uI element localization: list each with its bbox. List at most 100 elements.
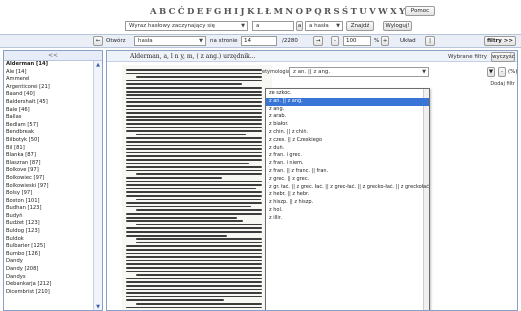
search-mode-select[interactable]: Wyraz hasłowy zaczynający się ▼ bbox=[125, 21, 248, 31]
dropdown-option[interactable]: z arab. bbox=[266, 113, 429, 121]
dropdown-option[interactable]: z fran. i niem. bbox=[266, 160, 429, 168]
sidebar-headword[interactable]: Bendbreak bbox=[4, 129, 94, 137]
alphabet-letter[interactable]: L bbox=[257, 7, 265, 17]
page-number-input[interactable]: 14 bbox=[241, 36, 277, 46]
alphabet-letter[interactable]: S bbox=[333, 7, 342, 17]
sidebar-headword[interactable]: Budyń bbox=[4, 213, 94, 221]
sidebar-scrollbar[interactable]: ▲ ▼ bbox=[93, 61, 102, 310]
filter-toggle-button[interactable]: ▼ bbox=[487, 67, 495, 77]
sidebar-headword[interactable]: Blaszran [87] bbox=[4, 160, 94, 168]
dropdown-option[interactable]: z duń. bbox=[266, 145, 429, 153]
sidebar-headword[interactable]: Dicembrist [210] bbox=[4, 289, 94, 297]
dropdown-option[interactable]: ze szkoc. bbox=[266, 90, 429, 98]
clear-filters-button[interactable]: wyczyść bbox=[491, 52, 515, 62]
sidebar-headword[interactable]: Dandy bbox=[4, 258, 94, 266]
sidebar-headword[interactable]: Debankarja [212] bbox=[4, 281, 94, 289]
sidebar-headword[interactable]: Baldershalt [45] bbox=[4, 99, 94, 107]
zoom-out-button[interactable]: - bbox=[331, 36, 339, 46]
alphabet-letter[interactable]: W bbox=[378, 7, 390, 17]
show-type-select[interactable]: hasła ▼ bbox=[134, 36, 206, 46]
etymology-filter-select[interactable]: z an. || z ang. ▼ bbox=[289, 67, 429, 77]
sidebar-headword[interactable]: Argenticorei [21] bbox=[4, 84, 94, 92]
sidebar-headword[interactable]: Bedlam [57] bbox=[4, 122, 94, 130]
sidebar-headword[interactable]: Bilbotyk [50] bbox=[4, 137, 94, 145]
sidebar-headword[interactable]: Bulbarier [125] bbox=[4, 243, 94, 251]
alphabet-letter[interactable]: R bbox=[324, 7, 333, 17]
alphabet-letter[interactable]: H bbox=[224, 7, 234, 17]
sidebar-headword[interactable]: Dandys bbox=[4, 274, 94, 282]
alphabet-letter[interactable]: F bbox=[206, 7, 214, 17]
sidebar-headword[interactable]: Bale [46] bbox=[4, 107, 94, 115]
scan-text-line bbox=[126, 97, 262, 100]
sidebar-headword[interactable]: Boston [101] bbox=[4, 198, 94, 206]
sidebar-headword[interactable]: Bumbo [126] bbox=[4, 251, 94, 259]
dropdown-option[interactable]: z hiszp. || z hiszp. bbox=[266, 199, 429, 207]
alphabet-letter[interactable]: C bbox=[169, 7, 178, 17]
logout-button[interactable]: Wyloguj! bbox=[383, 21, 412, 31]
sidebar-headword[interactable]: Buldok bbox=[4, 236, 94, 244]
alphabet-letter[interactable]: D bbox=[187, 7, 197, 17]
word-scope-select[interactable]: a hasła ▼ bbox=[305, 21, 343, 31]
alphabet-letter[interactable]: N bbox=[285, 7, 295, 17]
next-arrow-button[interactable]: → bbox=[313, 36, 323, 46]
find-button[interactable]: Znajdź bbox=[346, 21, 374, 31]
dropdown-option[interactable]: z czes. || z Czeskiego bbox=[266, 137, 429, 145]
sidebar-headword[interactable]: Bolkove [97] bbox=[4, 167, 94, 175]
sidebar-headword[interactable]: Blanka [87] bbox=[4, 152, 94, 160]
sidebar-headword[interactable]: Alderman [14] bbox=[4, 61, 94, 69]
remove-filter-button[interactable]: - bbox=[498, 67, 506, 77]
scroll-up-icon[interactable]: ▲ bbox=[94, 61, 102, 69]
dropdown-option[interactable]: z gr. łać. || z grec. łać. || z grec-łać… bbox=[266, 184, 429, 192]
alphabet-letter[interactable]: Ł bbox=[265, 7, 273, 17]
dropdown-option[interactable]: z fran. || z franc. || fran. bbox=[266, 168, 429, 176]
collapse-sidebar-button[interactable]: << bbox=[4, 51, 102, 61]
alphabet-letter[interactable]: G bbox=[214, 7, 224, 17]
layout-button[interactable]: | bbox=[425, 36, 435, 46]
alphabet-letter[interactable]: U bbox=[359, 7, 369, 17]
alphabet-letter[interactable]: P bbox=[305, 7, 314, 17]
dropdown-option[interactable]: z grec. || z grec. bbox=[266, 176, 429, 184]
alphabet-letter[interactable]: V bbox=[369, 7, 378, 17]
sidebar-headword[interactable]: Bil [81] bbox=[4, 145, 94, 153]
sidebar-headword[interactable]: Buldog [123] bbox=[4, 228, 94, 236]
alphabet-letter[interactable]: E bbox=[197, 7, 206, 17]
etymology-dropdown[interactable]: ze szkoc. z an. || z ang. z ang. z arab. z b… bbox=[265, 88, 430, 310]
sidebar-headword[interactable]: Budżet [123] bbox=[4, 220, 94, 228]
alphabet-letter[interactable]: T bbox=[351, 7, 360, 17]
alphabet-letter[interactable]: B bbox=[159, 7, 169, 17]
scan-text-line bbox=[126, 256, 262, 258]
sidebar-headword[interactable]: Ammerel bbox=[4, 76, 94, 84]
letter-select[interactable]: a bbox=[252, 21, 294, 31]
dropdown-option[interactable]: z illir. bbox=[266, 215, 429, 223]
alphabet-letter[interactable]: X bbox=[390, 7, 399, 17]
sidebar-headword[interactable]: Ballas bbox=[4, 114, 94, 122]
dropdown-option[interactable]: z hebr. || z hebr. bbox=[266, 191, 429, 199]
find-arrow-button[interactable]: a bbox=[296, 21, 303, 31]
sidebar-headword[interactable]: Baand [40] bbox=[4, 91, 94, 99]
zoom-input[interactable]: 100 bbox=[343, 36, 371, 46]
help-button[interactable]: Pomoc bbox=[405, 6, 435, 16]
scroll-down-icon[interactable]: ▼ bbox=[94, 303, 102, 310]
dropdown-option[interactable]: z an. || z ang. bbox=[266, 97, 429, 106]
sidebar-headword[interactable]: Bolkowieski [97] bbox=[4, 183, 94, 191]
dropdown-option[interactable]: z fran. i grec. bbox=[266, 152, 429, 160]
sidebar-headword[interactable]: Bolkowiec [97] bbox=[4, 175, 94, 183]
prev-arrow-button[interactable]: ← bbox=[93, 36, 103, 46]
zoom-in-button[interactable]: + bbox=[381, 36, 389, 46]
dropdown-option[interactable]: z ang. bbox=[266, 106, 429, 114]
sidebar-headword[interactable]: Ale [14] bbox=[4, 69, 94, 77]
sidebar-headword[interactable]: Dandy [208] bbox=[4, 266, 94, 274]
dropdown-option[interactable]: z hol. bbox=[266, 207, 429, 215]
alphabet-letter[interactable]: M bbox=[274, 7, 286, 17]
alphabet-letter[interactable]: K bbox=[247, 7, 257, 17]
alphabet-letter[interactable]: O bbox=[296, 7, 306, 17]
alphabet-letter[interactable]: A bbox=[150, 7, 159, 17]
sidebar-headword[interactable]: Budhan [123] bbox=[4, 205, 94, 213]
dropdown-option[interactable]: z białor. bbox=[266, 121, 429, 129]
sidebar-headword[interactable]: Bolsy [97] bbox=[4, 190, 94, 198]
alphabet-letter[interactable]: Ś bbox=[342, 7, 351, 17]
dropdown-option[interactable]: z chin. || z chiń. bbox=[266, 129, 429, 137]
alphabet-letter[interactable]: Q bbox=[314, 7, 324, 17]
filters-toggle-button[interactable]: filtry >> bbox=[484, 36, 516, 46]
alphabet-letter[interactable]: Ć bbox=[178, 7, 187, 17]
